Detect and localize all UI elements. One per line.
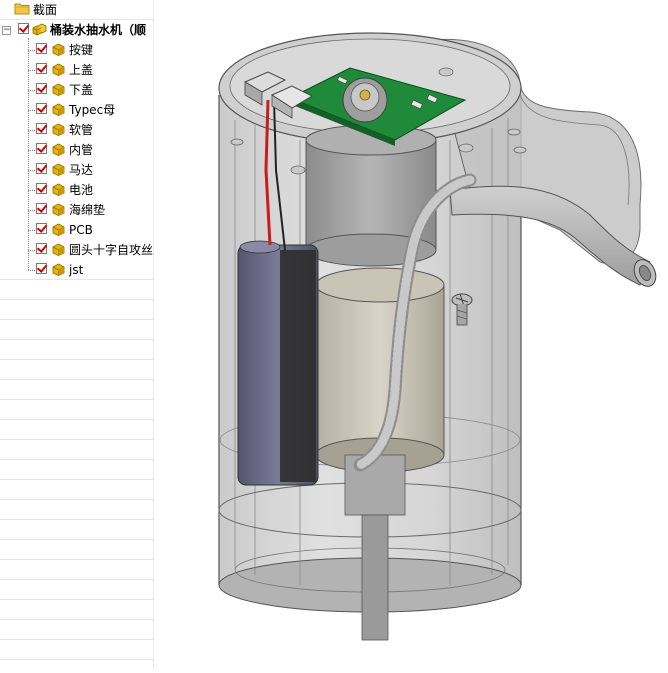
- visibility-checkbox[interactable]: [36, 63, 47, 74]
- tree-item-label: Typec母: [69, 103, 116, 117]
- tree-item-label: 软管: [69, 123, 94, 137]
- tree-item-part[interactable]: 按键: [0, 40, 153, 60]
- row-divider: [0, 319, 153, 320]
- tree-item-assembly[interactable]: − 桶装水抽水机（顺: [0, 20, 153, 40]
- part-cube-icon: [52, 143, 65, 156]
- tree-item-part[interactable]: 电池: [0, 180, 153, 200]
- row-divider: [0, 519, 153, 520]
- visibility-checkbox[interactable]: [36, 223, 47, 234]
- tree-item-label: jst: [69, 263, 84, 277]
- row-divider: [0, 659, 153, 660]
- row-divider: [0, 439, 153, 440]
- visibility-checkbox[interactable]: [36, 103, 47, 114]
- tree-item-label: 按键: [69, 43, 94, 57]
- row-divider: [0, 359, 153, 360]
- part-cube-icon: [52, 183, 65, 196]
- row-divider: [0, 379, 153, 380]
- row-divider: [0, 339, 153, 340]
- visibility-checkbox[interactable]: [36, 263, 47, 274]
- visibility-checkbox[interactable]: [36, 183, 47, 194]
- tree-item-label: 马达: [69, 163, 94, 177]
- row-divider: [0, 619, 153, 620]
- tree-connector: [28, 210, 35, 211]
- tree-item-part[interactable]: 软管: [0, 120, 153, 140]
- tree-connector: [28, 170, 35, 171]
- tree-item-part[interactable]: 圆头十字自攻丝: [0, 240, 153, 260]
- battery: [237, 240, 319, 486]
- tree-item-part[interactable]: Typec母: [0, 100, 153, 120]
- row-divider: [0, 499, 153, 500]
- visibility-checkbox[interactable]: [36, 43, 47, 54]
- tree-item-label: 电池: [69, 183, 94, 197]
- visibility-checkbox[interactable]: [36, 143, 47, 154]
- feature-tree: 截面 − 桶装水抽水机（顺 按键 上盖 下盖 Typec母 软管 内管 马达 电…: [0, 0, 154, 669]
- visibility-checkbox[interactable]: [18, 23, 29, 34]
- row-divider: [0, 579, 153, 580]
- part-cube-icon: [52, 43, 65, 56]
- row-divider: [0, 399, 153, 400]
- tree-item-part[interactable]: 内管: [0, 140, 153, 160]
- tree-item-label: 下盖: [69, 83, 94, 97]
- tree-item-label: 截面: [33, 3, 58, 17]
- row-divider: [0, 539, 153, 540]
- part-cube-icon: [52, 203, 65, 216]
- tree-connector: [28, 110, 35, 111]
- visibility-checkbox[interactable]: [36, 163, 47, 174]
- tree-item-part[interactable]: jst: [0, 260, 153, 280]
- tree-connector: [28, 230, 35, 231]
- row-divider: [0, 599, 153, 600]
- part-cube-icon: [52, 83, 65, 96]
- tree-connector: [28, 190, 35, 191]
- tree-item-label: 圆头十字自攻丝: [69, 243, 154, 257]
- row-divider: [0, 559, 153, 560]
- folder-icon: [14, 3, 30, 15]
- visibility-checkbox[interactable]: [36, 243, 47, 254]
- tree-item-section[interactable]: 截面: [0, 0, 153, 20]
- tree-item-part[interactable]: PCB: [0, 220, 153, 240]
- tree-item-part[interactable]: 上盖: [0, 60, 153, 80]
- assembly-icon: [32, 23, 47, 36]
- tree-item-part[interactable]: 马达: [0, 160, 153, 180]
- visibility-checkbox[interactable]: [36, 203, 47, 214]
- model-viewport[interactable]: [153, 0, 668, 669]
- tree-connector: [28, 250, 35, 251]
- tree-item-part[interactable]: 下盖: [0, 80, 153, 100]
- tree-connector: [28, 130, 35, 131]
- part-cube-icon: [52, 63, 65, 76]
- part-cube-icon: [52, 103, 65, 116]
- part-cube-icon: [52, 163, 65, 176]
- tree-connector: [28, 150, 35, 151]
- pump-3d-model: [218, 32, 657, 641]
- row-divider: [0, 459, 153, 460]
- tree-item-label: PCB: [69, 223, 93, 237]
- part-cube-icon: [52, 263, 65, 276]
- visibility-checkbox[interactable]: [36, 123, 47, 134]
- row-divider: [0, 639, 153, 640]
- tree-item-label: 桶装水抽水机（顺: [50, 23, 147, 37]
- tree-connector: [28, 70, 35, 71]
- tree-connector: [28, 270, 35, 271]
- visibility-checkbox[interactable]: [36, 83, 47, 94]
- tree-connector: [28, 50, 35, 51]
- part-cube-icon: [52, 223, 65, 236]
- part-cube-icon: [52, 123, 65, 136]
- row-divider: [0, 419, 153, 420]
- tree-connector: [28, 90, 35, 91]
- tree-item-label: 内管: [69, 143, 94, 157]
- tree-item-label: 上盖: [69, 63, 94, 77]
- row-divider: [0, 299, 153, 300]
- tree-item-part[interactable]: 海绵垫: [0, 200, 153, 220]
- collapse-toggle[interactable]: −: [2, 26, 11, 35]
- part-cube-icon: [52, 243, 65, 256]
- tree-item-label: 海绵垫: [69, 203, 106, 217]
- row-divider: [0, 479, 153, 480]
